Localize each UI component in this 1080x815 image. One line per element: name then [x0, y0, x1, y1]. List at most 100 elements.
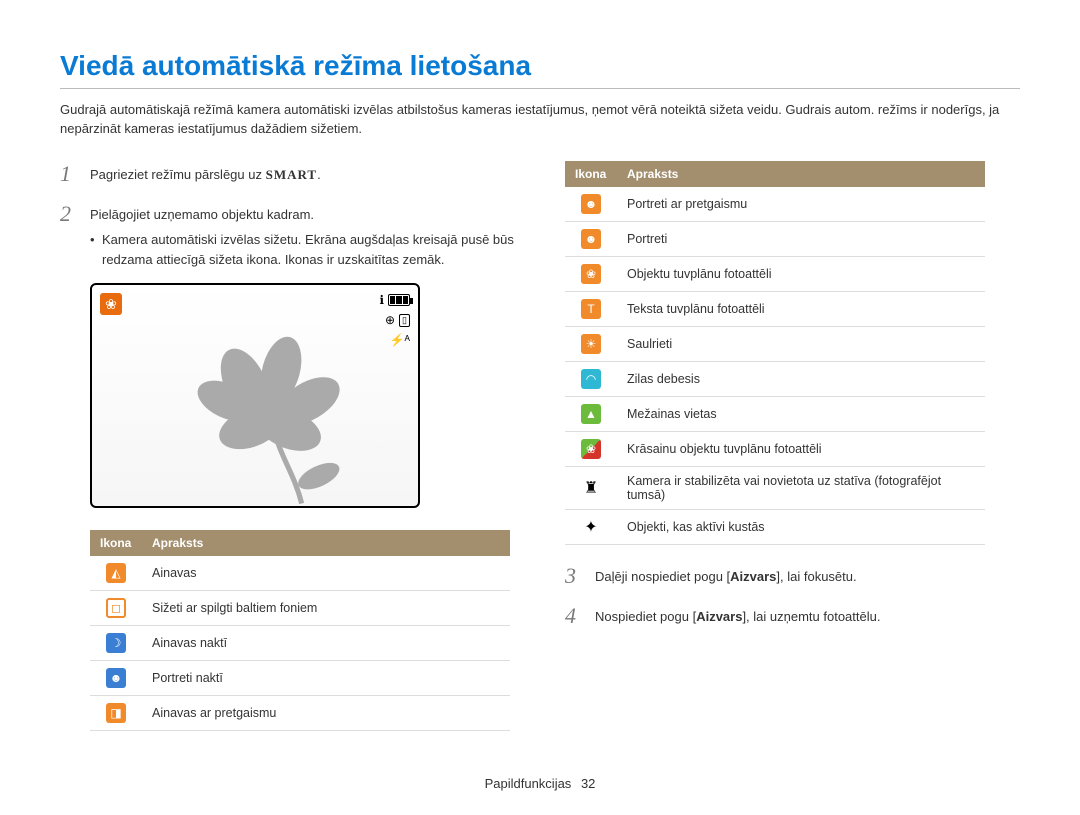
- step-number: 4: [565, 603, 583, 629]
- desc-cell: Ainavas naktī: [142, 626, 510, 661]
- scene-table-left: Ikona Apraksts ◭ Ainavas◻Sižeti ar spilgt…: [90, 530, 510, 731]
- status-stack: ℹ ⊕ ▯ ⚡ᴬ: [379, 293, 410, 347]
- intro-text: Gudrajā automātiskajā režīmā kamera auto…: [60, 101, 1020, 139]
- icon-cell-wrap: ♜: [565, 466, 617, 509]
- table-row: T Teksta tuvplānu fotoattēli: [565, 291, 985, 326]
- icon-cell-wrap: ◻: [90, 591, 142, 626]
- table-row: ☽ Ainavas naktī: [90, 626, 510, 661]
- icon-cell-wrap: ◨: [90, 696, 142, 731]
- desc-cell: Saulrieti: [617, 326, 985, 361]
- battery-icon: [388, 294, 410, 306]
- desc-cell: Ainavas ar pretgaismu: [142, 696, 510, 731]
- icon-cell-wrap: ☻: [90, 661, 142, 696]
- table-row: ◠ Zilas debesis: [565, 361, 985, 396]
- camera-screen-preview: ❀ ℹ ⊕ ▯ ⚡ᴬ: [90, 283, 420, 508]
- scene-table-right: Ikona Apraksts ☻ Portreti ar pretgaismu ☻ P…: [565, 161, 985, 545]
- desc-cell: Mežainas vietas: [617, 396, 985, 431]
- scene-icon: ☻: [106, 668, 126, 688]
- table-row: ☻ Portreti ar pretgaismu: [565, 187, 985, 222]
- scene-icon: ♜: [581, 478, 601, 498]
- page-title: Viedā automātiskā režīma lietošana: [60, 50, 1020, 89]
- scene-icon: ✦: [581, 517, 601, 537]
- table-row: ◭ Ainavas: [90, 556, 510, 591]
- table-row: ☀ Saulrieti: [565, 326, 985, 361]
- right-column: Ikona Apraksts ☻ Portreti ar pretgaismu ☻ P…: [565, 161, 1020, 750]
- desc-cell: Portreti naktī: [142, 661, 510, 696]
- desc-cell: Objekti, kas aktīvi kustās: [617, 509, 985, 544]
- table-row: ☻ Portreti naktī: [90, 661, 510, 696]
- desc-cell: Objektu tuvplānu fotoattēli: [617, 256, 985, 291]
- desc-cell: Portreti: [617, 221, 985, 256]
- table-row: ❀ Krāsainu objektu tuvplānu fotoattēli: [565, 431, 985, 466]
- scene-icon: ☻: [581, 194, 601, 214]
- card-icon: ▯: [399, 314, 410, 327]
- step-2: 2 Pielāgojiet uzņemamo objektu kadram. K…: [60, 201, 515, 270]
- content-columns: 1 Pagrieziet režīmu pārslēgu uz SMART. 2…: [60, 161, 1020, 750]
- desc-cell: Kamera ir stabilizēta vai novietota uz s…: [617, 466, 985, 509]
- icon-cell-wrap: ☻: [565, 187, 617, 222]
- scene-icon: ☽: [106, 633, 126, 653]
- scene-icon: ◨: [106, 703, 126, 723]
- page-footer: Papildfunkcijas 32: [0, 776, 1080, 791]
- scene-icon: ❀: [581, 264, 601, 284]
- icon-cell-wrap: ☀: [565, 326, 617, 361]
- table-row: ◨ Ainavas ar pretgaismu: [90, 696, 510, 731]
- desc-cell: Zilas debesis: [617, 361, 985, 396]
- icon-cell-wrap: T: [565, 291, 617, 326]
- step3-b: Aizvars: [730, 569, 776, 584]
- step4-b: Aizvars: [696, 609, 742, 624]
- scene-icon: ◠: [581, 369, 601, 389]
- smart-label: SMART: [266, 167, 318, 182]
- icon-cell-wrap: ▲: [565, 396, 617, 431]
- step2-text: Pielāgojiet uzņemamo objektu kadram.: [90, 207, 314, 222]
- scene-icon: ▲: [581, 404, 601, 424]
- footer-page: 32: [581, 776, 595, 791]
- step4-a: Nospiediet pogu [: [595, 609, 696, 624]
- icon-cell-wrap: ❀: [565, 431, 617, 466]
- th-desc: Apraksts: [617, 161, 985, 187]
- left-column: 1 Pagrieziet režīmu pārslēgu uz SMART. 2…: [60, 161, 515, 750]
- step3-c: ], lai fokusētu.: [776, 569, 856, 584]
- icon-cell-wrap: ☻: [565, 221, 617, 256]
- th-desc: Apraksts: [142, 530, 510, 556]
- desc-cell: Ainavas: [142, 556, 510, 591]
- scene-icon: ☀: [581, 334, 601, 354]
- th-icon: Ikona: [565, 161, 617, 187]
- scene-icon: ❀: [581, 439, 601, 459]
- desc-cell: Teksta tuvplānu fotoattēli: [617, 291, 985, 326]
- step-number: 3: [565, 563, 583, 589]
- desc-cell: Krāsainu objektu tuvplānu fotoattēli: [617, 431, 985, 466]
- table-row: ✦ Objekti, kas aktīvi kustās: [565, 509, 985, 544]
- step-number: 1: [60, 161, 78, 187]
- scene-icon: ◭: [106, 563, 126, 583]
- desc-cell: Portreti ar pretgaismu: [617, 187, 985, 222]
- table-row: ▲ Mežainas vietas: [565, 396, 985, 431]
- icon-cell-wrap: ✦: [565, 509, 617, 544]
- scene-icon: T: [581, 299, 601, 319]
- icon-cell-wrap: ☽: [90, 626, 142, 661]
- flash-icon: ⚡ᴬ: [390, 333, 410, 347]
- step1-text-post: .: [317, 167, 321, 182]
- icon-cell-wrap: ◠: [565, 361, 617, 396]
- step-4: 4 Nospiediet pogu [Aizvars], lai uzņemtu…: [565, 603, 1020, 629]
- table-row: ❀ Objektu tuvplānu fotoattēli: [565, 256, 985, 291]
- scene-icon: ☻: [581, 229, 601, 249]
- icon-cell-wrap: ❀: [565, 256, 617, 291]
- info-icon: ℹ: [379, 293, 384, 307]
- step1-text-pre: Pagrieziet režīmu pārslēgu uz: [90, 167, 266, 182]
- th-icon: Ikona: [90, 530, 142, 556]
- table-row: ☻ Portreti: [565, 221, 985, 256]
- step-3: 3 Daļēji nospiediet pogu [Aizvars], lai …: [565, 563, 1020, 589]
- step2-sub: Kamera automātiski izvēlas sižetu. Ekrān…: [90, 230, 515, 269]
- scene-icon: ◻: [106, 598, 126, 618]
- table-row: ◻Sižeti ar spilgti baltiem foniem: [90, 591, 510, 626]
- footer-section: Papildfunkcijas: [485, 776, 572, 791]
- icon-cell-wrap: ◭: [90, 556, 142, 591]
- flower-illustration: [182, 330, 353, 506]
- step-number: 2: [60, 201, 78, 270]
- macro-icon: ❀: [100, 293, 122, 315]
- magnify-icon: ⊕: [385, 313, 395, 327]
- step3-a: Daļēji nospiediet pogu [: [595, 569, 730, 584]
- step4-c: ], lai uzņemtu fotoattēlu.: [742, 609, 880, 624]
- step-1: 1 Pagrieziet režīmu pārslēgu uz SMART.: [60, 161, 515, 187]
